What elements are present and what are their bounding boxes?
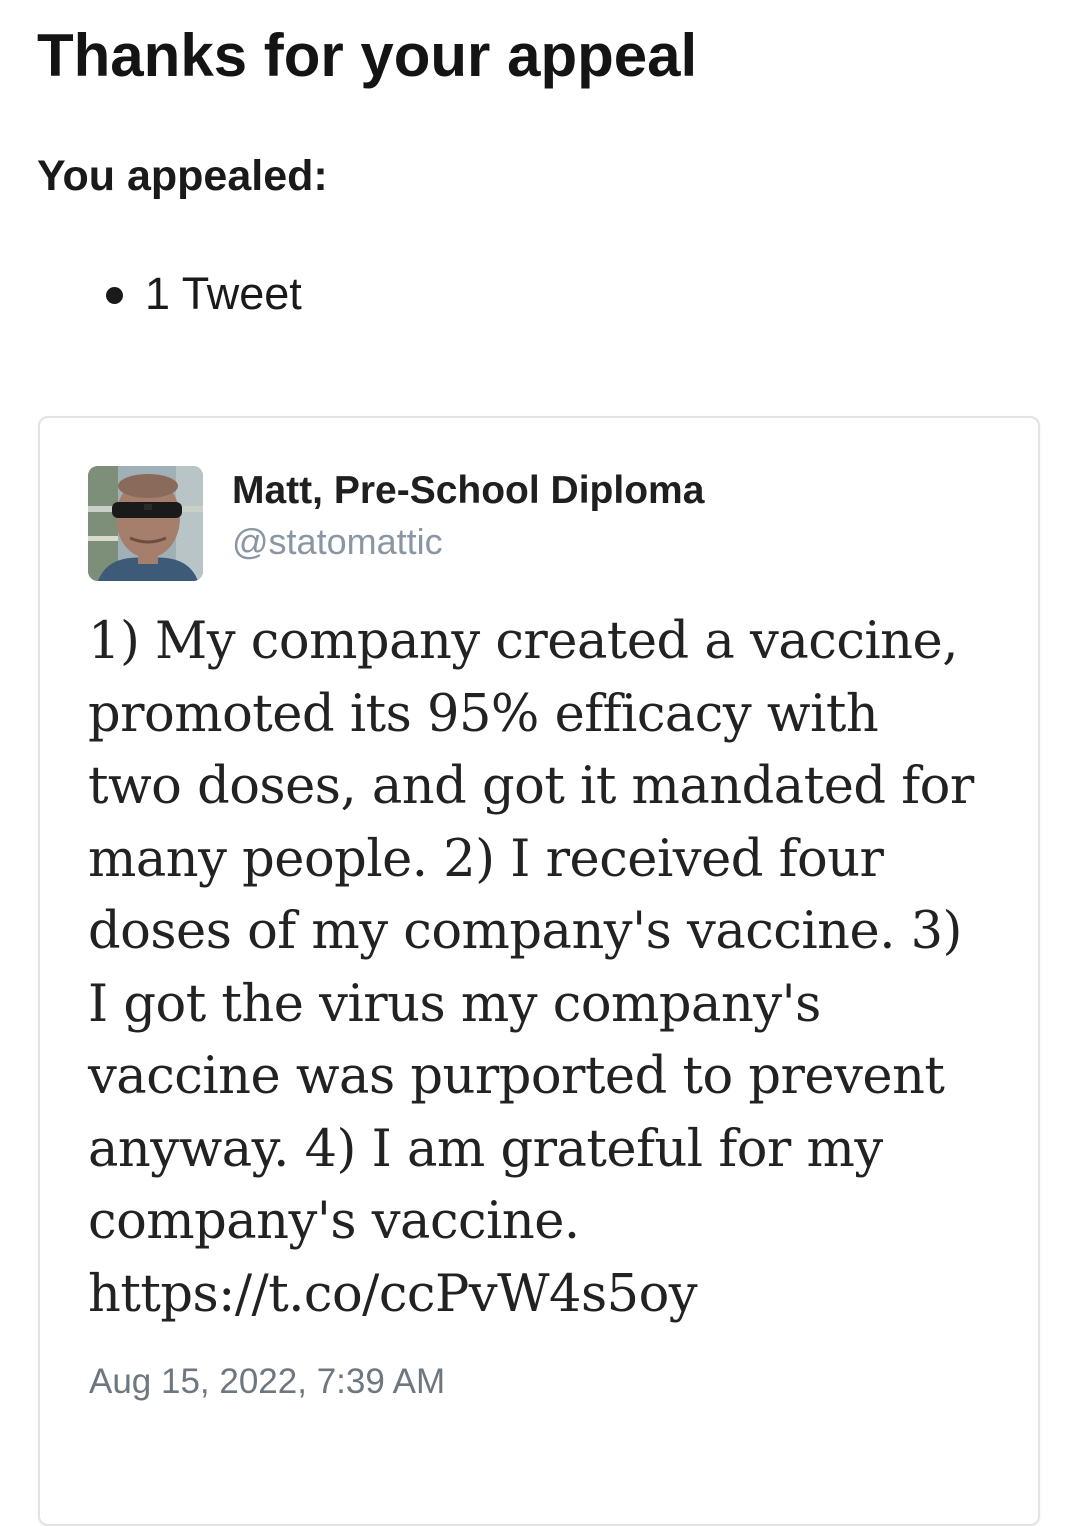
tweet-text-line: many people. 2) I received four: [88, 829, 884, 889]
user-handle[interactable]: @statomattic: [232, 518, 443, 566]
tweet-text-line: I got the virus my company's: [88, 974, 821, 1034]
tweet-card[interactable]: Matt, Pre-School Diploma @statomattic 1)…: [38, 416, 1040, 1526]
appealed-heading: You appealed:: [37, 152, 328, 200]
tweet-text-line: doses of my company's vaccine. 3): [88, 902, 962, 961]
bullet-icon: [106, 287, 123, 304]
avatar[interactable]: [88, 466, 203, 581]
page-title: Thanks for your appeal: [37, 22, 698, 89]
tweet-text-line: company's vaccine.: [88, 1192, 580, 1251]
tweet-text-line: promoted its 95% efficacy with: [88, 684, 879, 744]
appealed-item: 1 Tweet: [0, 266, 302, 322]
tweet-text: 1) My company created a vaccine, promote…: [88, 606, 1018, 1331]
tweet-text-line: vaccine was purported to prevent: [88, 1047, 945, 1106]
display-name[interactable]: Matt, Pre-School Diploma: [232, 466, 704, 516]
appealed-list: 1 Tweet: [0, 266, 302, 322]
tweet-timestamp: Aug 15, 2022, 7:39 AM: [89, 1362, 446, 1401]
tweet-link[interactable]: https://t.co/ccPvW4s5oy: [88, 1259, 1018, 1332]
appealed-item-label: 1 Tweet: [145, 268, 302, 319]
tweet-text-line: anyway. 4) I am grateful for my: [88, 1119, 883, 1179]
tweet-text-line: two doses, and got it mandated for: [88, 757, 974, 816]
tweet-text-line: 1) My company created a vaccine,: [88, 612, 958, 671]
profile-photo-icon: [88, 466, 203, 581]
